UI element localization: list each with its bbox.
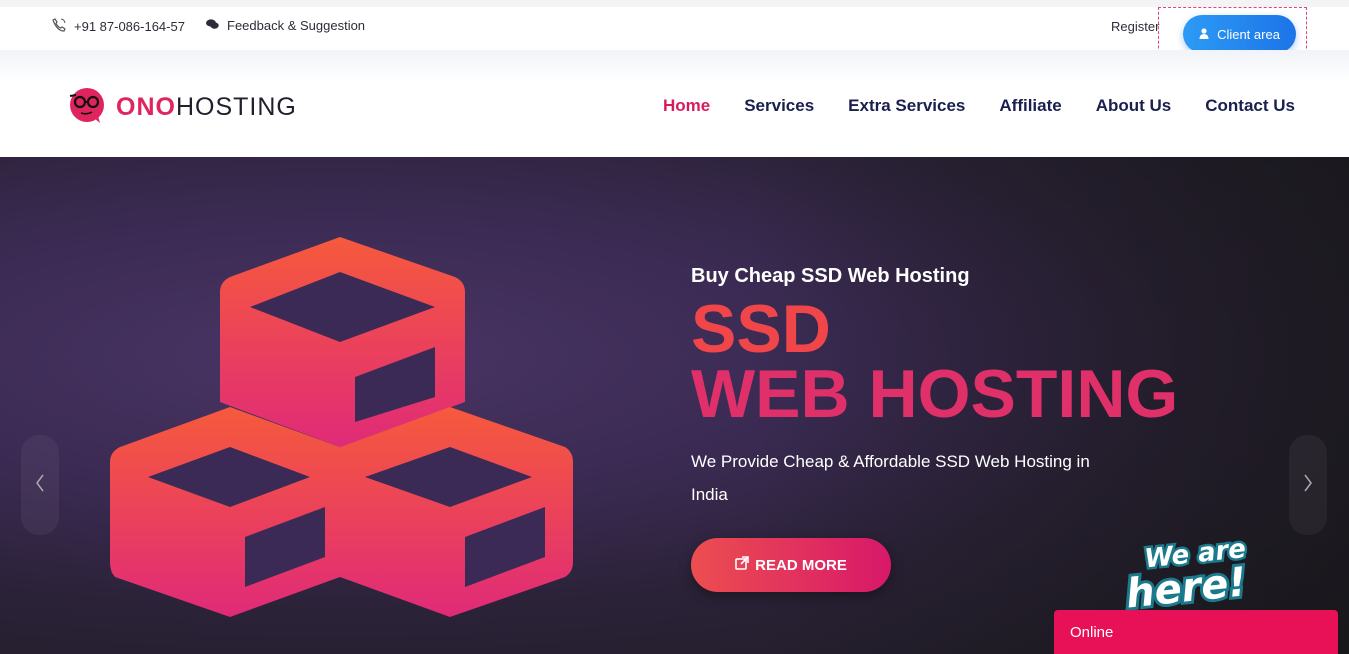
slider-prev-button[interactable] (21, 435, 59, 535)
nav-contact-us[interactable]: Contact Us (1205, 96, 1295, 116)
feedback-link[interactable]: Feedback & Suggestion (206, 18, 365, 33)
nav-home[interactable]: Home (663, 96, 710, 116)
main-nav: Home Services Extra Services Affiliate A… (663, 96, 1295, 116)
register-link[interactable]: Register (1111, 19, 1159, 34)
nav-extra-services[interactable]: Extra Services (848, 96, 965, 116)
hero-description: We Provide Cheap & Affordable SSD Web Ho… (691, 452, 1090, 504)
external-link-icon (735, 556, 749, 574)
phone-contact[interactable]: +91 87-086-164-57 (52, 18, 185, 35)
badge-line2: here! (1124, 559, 1249, 610)
client-area-button[interactable]: Client area (1183, 15, 1296, 53)
nav-services[interactable]: Services (744, 96, 814, 116)
phone-number: +91 87-086-164-57 (74, 19, 185, 34)
chevron-right-icon (1303, 474, 1313, 497)
chevron-left-icon (35, 474, 45, 497)
read-more-label: READ MORE (755, 556, 847, 574)
read-more-button[interactable]: READ MORE (691, 538, 891, 592)
nav-affiliate[interactable]: Affiliate (999, 96, 1061, 116)
site-header: ONOHOSTING Home Services Extra Services … (0, 50, 1349, 157)
cubes-illustration (110, 237, 573, 617)
user-icon (1199, 27, 1209, 42)
logo-ono: ONO (116, 93, 176, 121)
chat-status: Online (1070, 624, 1114, 641)
phone-icon (52, 18, 66, 35)
logo-wordmark: ONOHOSTING (116, 93, 297, 122)
hero-title-line2: WEB HOSTING (691, 356, 1179, 432)
logo-hosting: HOSTING (175, 93, 297, 121)
hero-title-line1: SSD (691, 291, 831, 367)
comments-icon (206, 18, 219, 33)
hero-eyebrow: Buy Cheap SSD Web Hosting (691, 265, 970, 287)
top-bar: +91 87-086-164-57 Feedback & Suggestion … (0, 0, 1349, 63)
live-chat-bar[interactable]: Online (1054, 610, 1338, 654)
slider-next-button[interactable] (1289, 435, 1327, 535)
we-are-here-badge[interactable]: We are here! (1118, 530, 1278, 610)
site-logo[interactable]: ONOHOSTING (68, 86, 297, 129)
feedback-label: Feedback & Suggestion (227, 18, 366, 33)
logo-mascot-icon (68, 86, 106, 129)
client-area-label: Client area (1217, 26, 1280, 42)
nav-about-us[interactable]: About Us (1096, 96, 1172, 116)
